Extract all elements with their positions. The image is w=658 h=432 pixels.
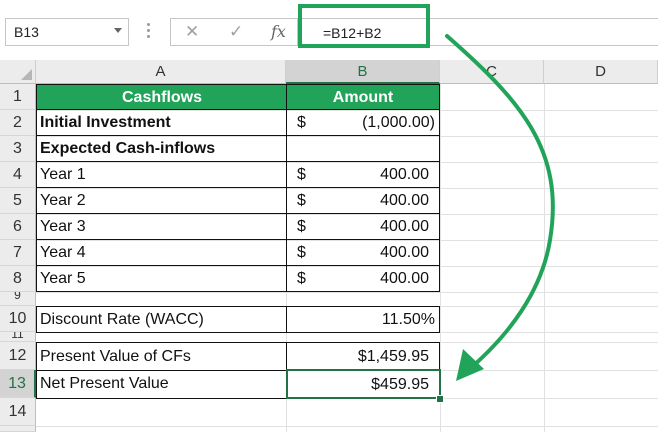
annotation-arrow-icon bbox=[445, 34, 555, 381]
arrow-head bbox=[456, 349, 484, 381]
arrow-curve bbox=[445, 34, 555, 374]
